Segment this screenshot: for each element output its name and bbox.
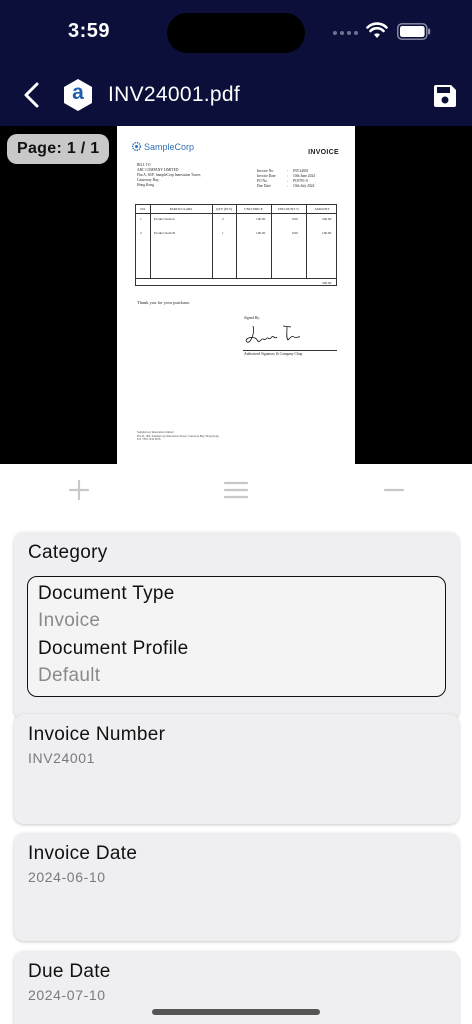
field-label: Invoice Number: [28, 724, 166, 745]
document-type-label: Document Type: [38, 583, 175, 604]
zoom-in-button[interactable]: [65, 476, 93, 504]
menu-button[interactable]: [222, 476, 250, 504]
document-profile-value: Default: [38, 665, 101, 686]
signature-line: [243, 350, 337, 351]
doc-signature-caption: Authorized Signatory & Company Chop: [244, 352, 303, 356]
nav-title: INV24001.pdf: [108, 83, 241, 106]
category-card: Category Document Type Invoice Document …: [14, 532, 459, 720]
document-type-value: Invoice: [38, 610, 101, 631]
page-indicator: Page: 1 / 1: [7, 134, 110, 164]
doc-meta: Invoice No.: INV24001 Invoice Date:10th J…: [257, 169, 315, 188]
file-type-icon: a: [62, 78, 94, 112]
invoice-date-field[interactable]: Invoice Date 2024-06-10: [14, 833, 459, 941]
field-value: 2024-06-10: [28, 869, 106, 885]
gear-icon: [131, 141, 142, 152]
doc-footer: SampleCorp Innovation Limited Flat D, 18…: [137, 431, 219, 442]
field-label: Invoice Date: [28, 843, 138, 864]
invoice-number-field[interactable]: Invoice Number INV24001: [14, 714, 459, 824]
status-time: 3:59: [68, 20, 111, 42]
viewer-toolbar: [0, 464, 472, 516]
metadata-panel: Category Document Type Invoice Document …: [0, 516, 472, 1024]
doc-signed-by: Signed By:: [244, 316, 261, 320]
doc-items-table: NO. PARTICULARS QTY (PCS) UNIT PRICE DIS…: [135, 204, 337, 286]
nav-bar: a INV24001.pdf: [0, 64, 472, 126]
home-indicator: [152, 1009, 320, 1015]
pdf-page: SampleCorp INVOICE BILL TO ABC COMPANY L…: [117, 126, 355, 464]
field-label: Due Date: [28, 961, 111, 982]
battery-icon: [397, 23, 431, 40]
pdf-viewer[interactable]: Page: 1 / 1 SampleCorp INVOICE BILL TO A…: [0, 126, 472, 464]
cellular-signal-icon: [333, 31, 358, 35]
doc-thanks: Thank you for your purchase.: [137, 300, 191, 305]
file-badge-letter: a: [72, 81, 84, 104]
save-button[interactable]: [432, 83, 458, 109]
dynamic-island: [167, 13, 305, 53]
document-profile-label: Document Profile: [38, 638, 189, 659]
doc-bill-to: BILL TO ABC COMPANY LIMITED Flat A, 30/F…: [137, 163, 201, 187]
status-bar: 3:59: [0, 0, 472, 64]
field-value: INV24001: [28, 750, 96, 766]
zoom-out-button[interactable]: [380, 476, 408, 504]
doc-logo: SampleCorp: [131, 141, 194, 152]
category-selector[interactable]: Document Type Invoice Document Profile D…: [27, 576, 446, 697]
category-heading: Category: [28, 542, 108, 563]
signature-image: [245, 325, 301, 343]
field-value: 2024-07-10: [28, 987, 106, 1003]
doc-heading: INVOICE: [308, 149, 339, 156]
wifi-icon: [366, 22, 388, 38]
back-button[interactable]: [20, 81, 44, 109]
